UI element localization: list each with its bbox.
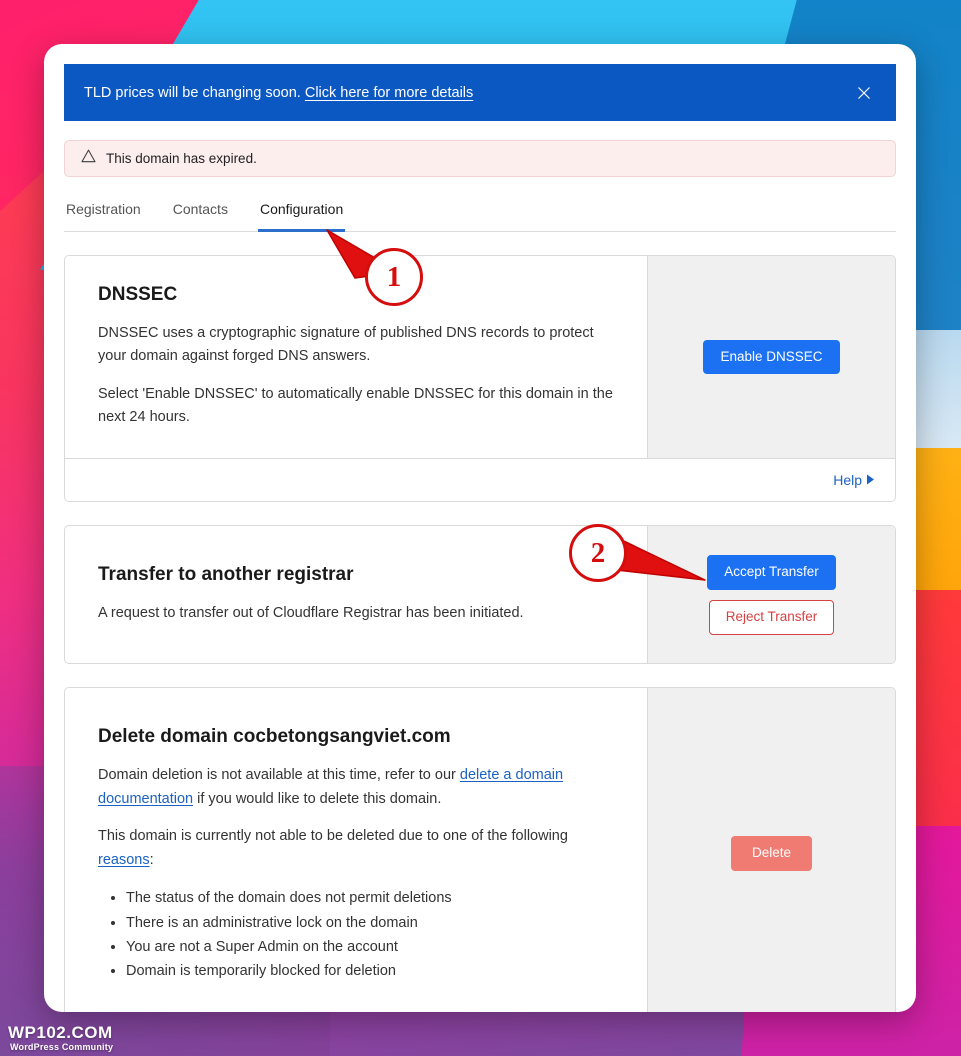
transfer-card: Transfer to another registrar A request … xyxy=(64,524,896,665)
tab-registration[interactable]: Registration xyxy=(64,201,143,232)
chevron-right-icon xyxy=(866,472,875,488)
window-content: TLD prices will be changing soon. Click … xyxy=(44,44,916,1012)
dnssec-card-body: DNSSEC DNSSEC uses a cryptographic signa… xyxy=(65,256,895,458)
tld-price-notice-banner: TLD prices will be changing soon. Click … xyxy=(64,64,896,121)
delete-paragraph-2: This domain is currently not able to be … xyxy=(98,825,615,872)
alert-message: This domain has expired. xyxy=(106,151,257,166)
dnssec-paragraph-2: Select 'Enable DNSSEC' to automatically … xyxy=(98,385,613,426)
tab-configuration[interactable]: Configuration xyxy=(257,201,346,232)
enable-dnssec-button[interactable]: Enable DNSSEC xyxy=(703,339,840,375)
notice-details-link[interactable]: Click here for more details xyxy=(305,85,473,101)
app-window: TLD prices will be changing soon. Click … xyxy=(44,44,916,1012)
delete-card-left: Delete domain cocbetongsangviet.com Doma… xyxy=(65,688,647,1012)
dnssec-card-right: Enable DNSSEC xyxy=(647,256,895,458)
accept-transfer-button[interactable]: Accept Transfer xyxy=(707,554,836,590)
delete-reason-item: There is an administrative lock on the d… xyxy=(126,911,615,935)
delete-domain-title: Delete domain cocbetongsangviet.com xyxy=(98,726,451,748)
delete-button[interactable]: Delete xyxy=(730,835,813,871)
transfer-card-left: Transfer to another registrar A request … xyxy=(65,526,647,663)
dnssec-card-footer: Help xyxy=(65,457,895,501)
delete-card-right: Delete xyxy=(647,688,895,1012)
notice-message: TLD prices will be changing soon. xyxy=(84,84,301,101)
notice-text-wrapper: TLD prices will be changing soon. Click … xyxy=(84,85,473,101)
reject-transfer-button[interactable]: Reject Transfer xyxy=(708,599,835,635)
watermark-subtitle: WordPress Community xyxy=(10,1042,114,1052)
watermark-title: WP102.COM xyxy=(8,1023,113,1042)
delete-card-body: Delete domain cocbetongsangviet.com Doma… xyxy=(65,688,895,1012)
delete-reason-item: Domain is temporarily blocked for deleti… xyxy=(126,959,615,983)
delete-reason-item: You are not a Super Admin on the account xyxy=(126,935,615,959)
delete-reasons-list: The status of the domain does not permit… xyxy=(98,886,615,983)
dnssec-help-link[interactable]: Help xyxy=(833,472,875,488)
tab-contacts[interactable]: Contacts xyxy=(171,201,230,232)
warning-triangle-icon xyxy=(81,149,96,168)
delete-paragraph-1-before: Domain deletion is not available at this… xyxy=(98,767,460,784)
dnssec-title: DNSSEC xyxy=(98,284,178,305)
dnssec-paragraph-1: DNSSEC uses a cryptographic signature of… xyxy=(98,325,594,365)
reasons-link[interactable]: reasons xyxy=(98,852,150,868)
watermark: WP102.COM WordPress Community xyxy=(8,1024,113,1052)
delete-paragraph-1: Domain deletion is not available at this… xyxy=(98,764,615,811)
transfer-card-right: Accept Transfer Reject Transfer xyxy=(647,525,895,664)
transfer-card-body: Transfer to another registrar A request … xyxy=(65,525,895,664)
help-link-label: Help xyxy=(833,471,862,488)
delete-domain-card: Delete domain cocbetongsangviet.com Doma… xyxy=(64,687,896,1012)
delete-paragraph-2-after: : xyxy=(149,851,154,868)
delete-paragraph-1-after: if you would like to delete this domain. xyxy=(193,790,442,807)
close-icon[interactable] xyxy=(852,81,876,105)
domain-expired-alert: This domain has expired. xyxy=(64,140,896,177)
dnssec-card-left: DNSSEC DNSSEC uses a cryptographic signa… xyxy=(65,256,647,458)
delete-paragraph-2-before: This domain is currently not able to be … xyxy=(98,828,568,845)
transfer-title: Transfer to another registrar xyxy=(98,563,354,585)
transfer-paragraph: A request to transfer out of Cloudflare … xyxy=(98,604,524,621)
delete-reason-item: The status of the domain does not permit… xyxy=(126,886,615,910)
domain-tabs: Registration Contacts Configuration xyxy=(64,201,896,232)
dnssec-card: DNSSEC DNSSEC uses a cryptographic signa… xyxy=(64,255,896,502)
